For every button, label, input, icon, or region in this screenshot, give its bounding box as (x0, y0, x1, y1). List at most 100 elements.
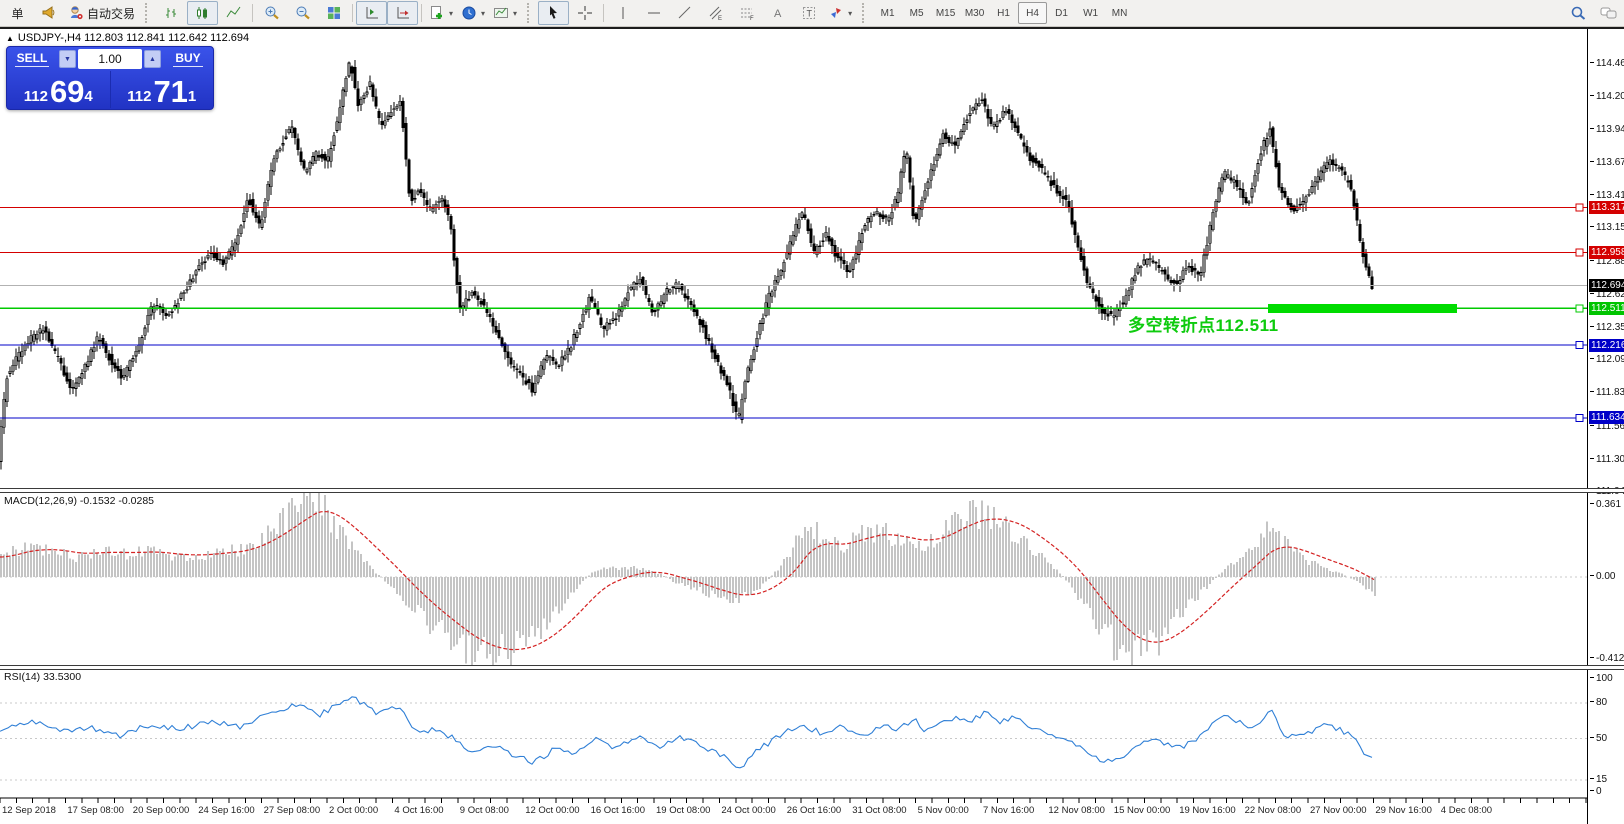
time-tick-label: 31 Oct 08:00 (852, 805, 906, 816)
arrows-button[interactable]: ▾ (824, 1, 856, 25)
toolbar-grip[interactable] (145, 3, 152, 23)
timeframe-m15-button[interactable]: M15 (931, 2, 960, 24)
tile-windows-button[interactable] (318, 1, 349, 25)
pane-divider[interactable] (0, 665, 1624, 670)
trendline-icon (677, 5, 693, 21)
lot-increase-button[interactable]: ▲ (144, 50, 161, 68)
buy-price[interactable]: 112711 (110, 71, 214, 108)
cursor-button[interactable] (538, 1, 569, 25)
text-button[interactable]: A (762, 1, 793, 25)
sell-price[interactable]: 112694 (7, 71, 110, 108)
cursor-icon (546, 5, 562, 21)
periods-dropdown-icon[interactable]: ▾ (481, 9, 485, 18)
line-chart-button[interactable] (218, 1, 249, 25)
timeframe-h1-button[interactable]: H1 (989, 2, 1018, 24)
new-order-button[interactable]: 单 (2, 1, 33, 25)
pane-divider[interactable] (0, 488, 1624, 493)
scale-tick-label: 15 (1590, 774, 1607, 785)
zoom-out-button[interactable] (287, 1, 318, 25)
auto-scroll-button[interactable] (387, 1, 418, 25)
templates-icon (493, 5, 509, 21)
time-tick-label: 15 Nov 00:00 (1114, 805, 1171, 816)
scale-tick-label: 111.300 (1590, 454, 1624, 465)
timeframe-w1-button[interactable]: W1 (1076, 2, 1105, 24)
bar-chart-button[interactable] (156, 1, 187, 25)
crosshair-button[interactable] (569, 1, 600, 25)
candlestick-chart-icon (195, 5, 211, 21)
equidistant-channel-button[interactable]: E (700, 1, 731, 25)
pivot-annotation: 多空转折点112.511 (1128, 311, 1279, 336)
templates-dropdown-icon[interactable]: ▾ (513, 9, 517, 18)
line-chart-icon (226, 5, 242, 21)
trendline-button[interactable] (669, 1, 700, 25)
tile-windows-icon (326, 5, 342, 21)
price-line-badge: 112.694 (1589, 279, 1624, 292)
price-line-badge: 112.958 (1589, 246, 1624, 259)
chart-canvas[interactable] (0, 29, 1587, 822)
chart-title: ▲ USDJPY-,H4 112.803 112.841 112.642 112.… (6, 32, 249, 44)
indicators-dropdown-icon[interactable]: ▾ (449, 9, 453, 18)
templates-button[interactable]: ▾ (489, 1, 521, 25)
autotrading-button[interactable]: 自动交易 (64, 1, 139, 25)
price-scale[interactable]: 114.465114.205113.940113.675113.410113.1… (1587, 29, 1624, 824)
fibonacci-retracement-button[interactable]: F (731, 1, 762, 25)
arrows-dropdown-icon[interactable]: ▾ (848, 9, 852, 18)
alert-horn-button[interactable] (33, 1, 64, 25)
lot-decrease-button[interactable]: ▼ (59, 50, 76, 68)
timeframe-d1-button[interactable]: D1 (1047, 2, 1076, 24)
alert-horn-icon (41, 5, 57, 21)
timeframe-mn-button[interactable]: MN (1105, 2, 1134, 24)
time-tick-label: 19 Oct 08:00 (656, 805, 710, 816)
text-icon: A (770, 5, 786, 21)
chat-icon (1600, 5, 1618, 21)
search-button[interactable] (1562, 1, 1593, 25)
scale-tick-label: 80 (1590, 697, 1607, 708)
time-tick-label: 24 Oct 00:00 (721, 805, 775, 816)
shift-end-of-chart-button[interactable] (356, 1, 387, 25)
price-line-badge: 111.634 (1589, 411, 1624, 424)
ohlc-values: 112.803 112.841 112.642 112.694 (84, 32, 249, 44)
toolbar-grip[interactable] (527, 3, 534, 23)
buy-button[interactable]: BUY (163, 47, 213, 71)
time-tick-label: 26 Oct 16:00 (787, 805, 841, 816)
collapse-panel-icon[interactable]: ▲ (6, 34, 14, 43)
sell-button[interactable]: SELL (7, 47, 57, 71)
indicators-button[interactable]: ▾ (425, 1, 457, 25)
periods-button[interactable]: ▾ (457, 1, 489, 25)
scale-tick-label: 113.410 (1590, 190, 1624, 201)
time-tick-label: 19 Nov 16:00 (1179, 805, 1236, 816)
symbol-period-label: USDJPY-,H4 (18, 32, 81, 44)
macd-indicator-label: MACD(12,26,9) -0.1532 -0.0285 (4, 495, 154, 507)
time-tick-label: 17 Sep 08:00 (67, 805, 124, 816)
lot-size-input[interactable]: 1.00 (78, 49, 142, 69)
scale-tick-label: 113.940 (1590, 124, 1624, 135)
price-line-badge: 112.216 (1589, 339, 1624, 352)
fibonacci-retracement-icon: F (739, 5, 755, 21)
time-tick-label: 29 Nov 16:00 (1375, 805, 1432, 816)
timeframe-m30-button[interactable]: M30 (960, 2, 989, 24)
time-tick-label: 12 Sep 2018 (2, 805, 56, 816)
text-label-icon: T (801, 5, 817, 21)
candlestick-chart-button[interactable] (187, 1, 218, 25)
rsi-indicator-label: RSI(14) 33.5300 (4, 671, 81, 683)
auto-scroll-icon (395, 5, 411, 21)
zoom-in-button[interactable] (256, 1, 287, 25)
equidistant-channel-icon: E (708, 5, 724, 21)
time-axis[interactable]: 12 Sep 201817 Sep 08:0020 Sep 00:0024 Se… (0, 805, 1587, 823)
scale-tick-label: 100 (1590, 673, 1613, 684)
text-label-button[interactable]: T (793, 1, 824, 25)
time-tick-label: 7 Nov 16:00 (983, 805, 1034, 816)
toolbar-grip[interactable] (862, 3, 869, 23)
scale-tick-label: 0.361 (1590, 499, 1621, 510)
timeframe-m5-button[interactable]: M5 (902, 2, 931, 24)
timeframe-h4-button[interactable]: H4 (1018, 2, 1047, 24)
timeframe-m1-button[interactable]: M1 (873, 2, 902, 24)
time-tick-label: 27 Nov 00:00 (1310, 805, 1367, 816)
vertical-line-button[interactable] (607, 1, 638, 25)
scale-tick-label: -0.4123 (1590, 653, 1624, 664)
vertical-line-icon (615, 5, 631, 21)
svg-text:E: E (718, 16, 722, 21)
chat-button[interactable] (1593, 1, 1624, 25)
horizontal-line-button[interactable] (638, 1, 669, 25)
time-tick-label: 24 Sep 16:00 (198, 805, 255, 816)
